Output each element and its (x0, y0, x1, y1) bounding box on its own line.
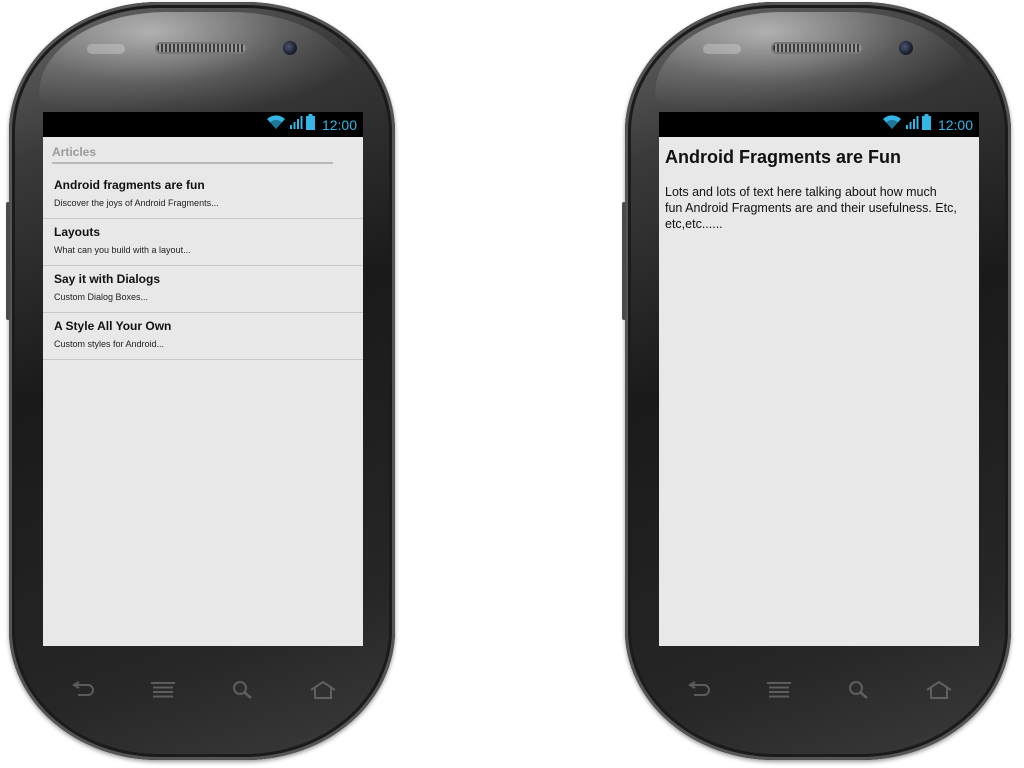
search-button[interactable] (839, 675, 879, 705)
article-subtitle: Discover the joys of Android Fragments..… (54, 198, 219, 208)
battery-icon (921, 114, 931, 135)
phone-frame-list: 12:00 Articles Android fragments are fun… (6, 2, 395, 760)
home-icon (310, 681, 336, 699)
section-header-articles: Articles (52, 145, 333, 164)
article-subtitle: Custom Dialog Boxes... (54, 292, 149, 302)
front-camera (282, 40, 298, 56)
back-icon (72, 681, 94, 696)
status-bar: 12:00 (43, 112, 363, 137)
home-button[interactable] (919, 675, 959, 705)
status-time: 12:00 (937, 116, 973, 133)
status-time: 12:00 (321, 116, 357, 133)
article-detail-body: Lots and lots of text here talking about… (665, 185, 957, 231)
detail-screen: 12:00 Android Fragments are Fun Lots and… (659, 112, 979, 646)
signal-icon (905, 114, 919, 135)
volume-button[interactable] (622, 202, 626, 320)
earpiece-speaker (771, 42, 863, 54)
menu-button[interactable] (143, 675, 183, 705)
battery-icon (305, 114, 315, 135)
article-detail-title: Android Fragments are Fun (665, 147, 902, 167)
search-button[interactable] (223, 675, 263, 705)
article-title: A Style All Your Own (54, 319, 172, 333)
navigation-bar (43, 666, 363, 714)
proximity-sensor (87, 44, 125, 54)
search-icon (233, 681, 252, 699)
article-title: Layouts (54, 225, 101, 239)
front-camera (898, 40, 914, 56)
phone-frame-detail: 12:00 Android Fragments are Fun Lots and… (622, 2, 1011, 760)
list-item[interactable]: A Style All Your Own Custom styles for A… (43, 313, 363, 360)
search-icon (849, 681, 868, 699)
menu-icon (151, 682, 175, 698)
volume-button[interactable] (6, 202, 10, 320)
navigation-bar (659, 666, 979, 714)
menu-button[interactable] (759, 675, 799, 705)
menu-icon (767, 682, 791, 698)
list-item[interactable]: Say it with Dialogs Custom Dialog Boxes.… (43, 266, 363, 313)
status-bar: 12:00 (659, 112, 979, 137)
proximity-sensor (703, 44, 741, 54)
wifi-icon (882, 114, 902, 135)
signal-icon (289, 114, 303, 135)
list-item[interactable]: Android fragments are fun Discover the j… (43, 172, 363, 219)
article-title: Android fragments are fun (54, 178, 205, 192)
article-subtitle: Custom styles for Android... (54, 339, 165, 349)
article-list: Android fragments are fun Discover the j… (43, 172, 363, 360)
back-button[interactable] (679, 675, 719, 705)
list-item[interactable]: Layouts What can you build with a layout… (43, 219, 363, 266)
article-title: Say it with Dialogs (54, 272, 161, 286)
list-screen: 12:00 Articles Android fragments are fun… (43, 112, 363, 646)
home-button[interactable] (303, 675, 343, 705)
wifi-icon (266, 114, 286, 135)
article-subtitle: What can you build with a layout... (54, 245, 191, 255)
back-button[interactable] (63, 675, 103, 705)
home-icon (926, 681, 952, 699)
back-icon (688, 681, 710, 696)
earpiece-speaker (155, 42, 247, 54)
